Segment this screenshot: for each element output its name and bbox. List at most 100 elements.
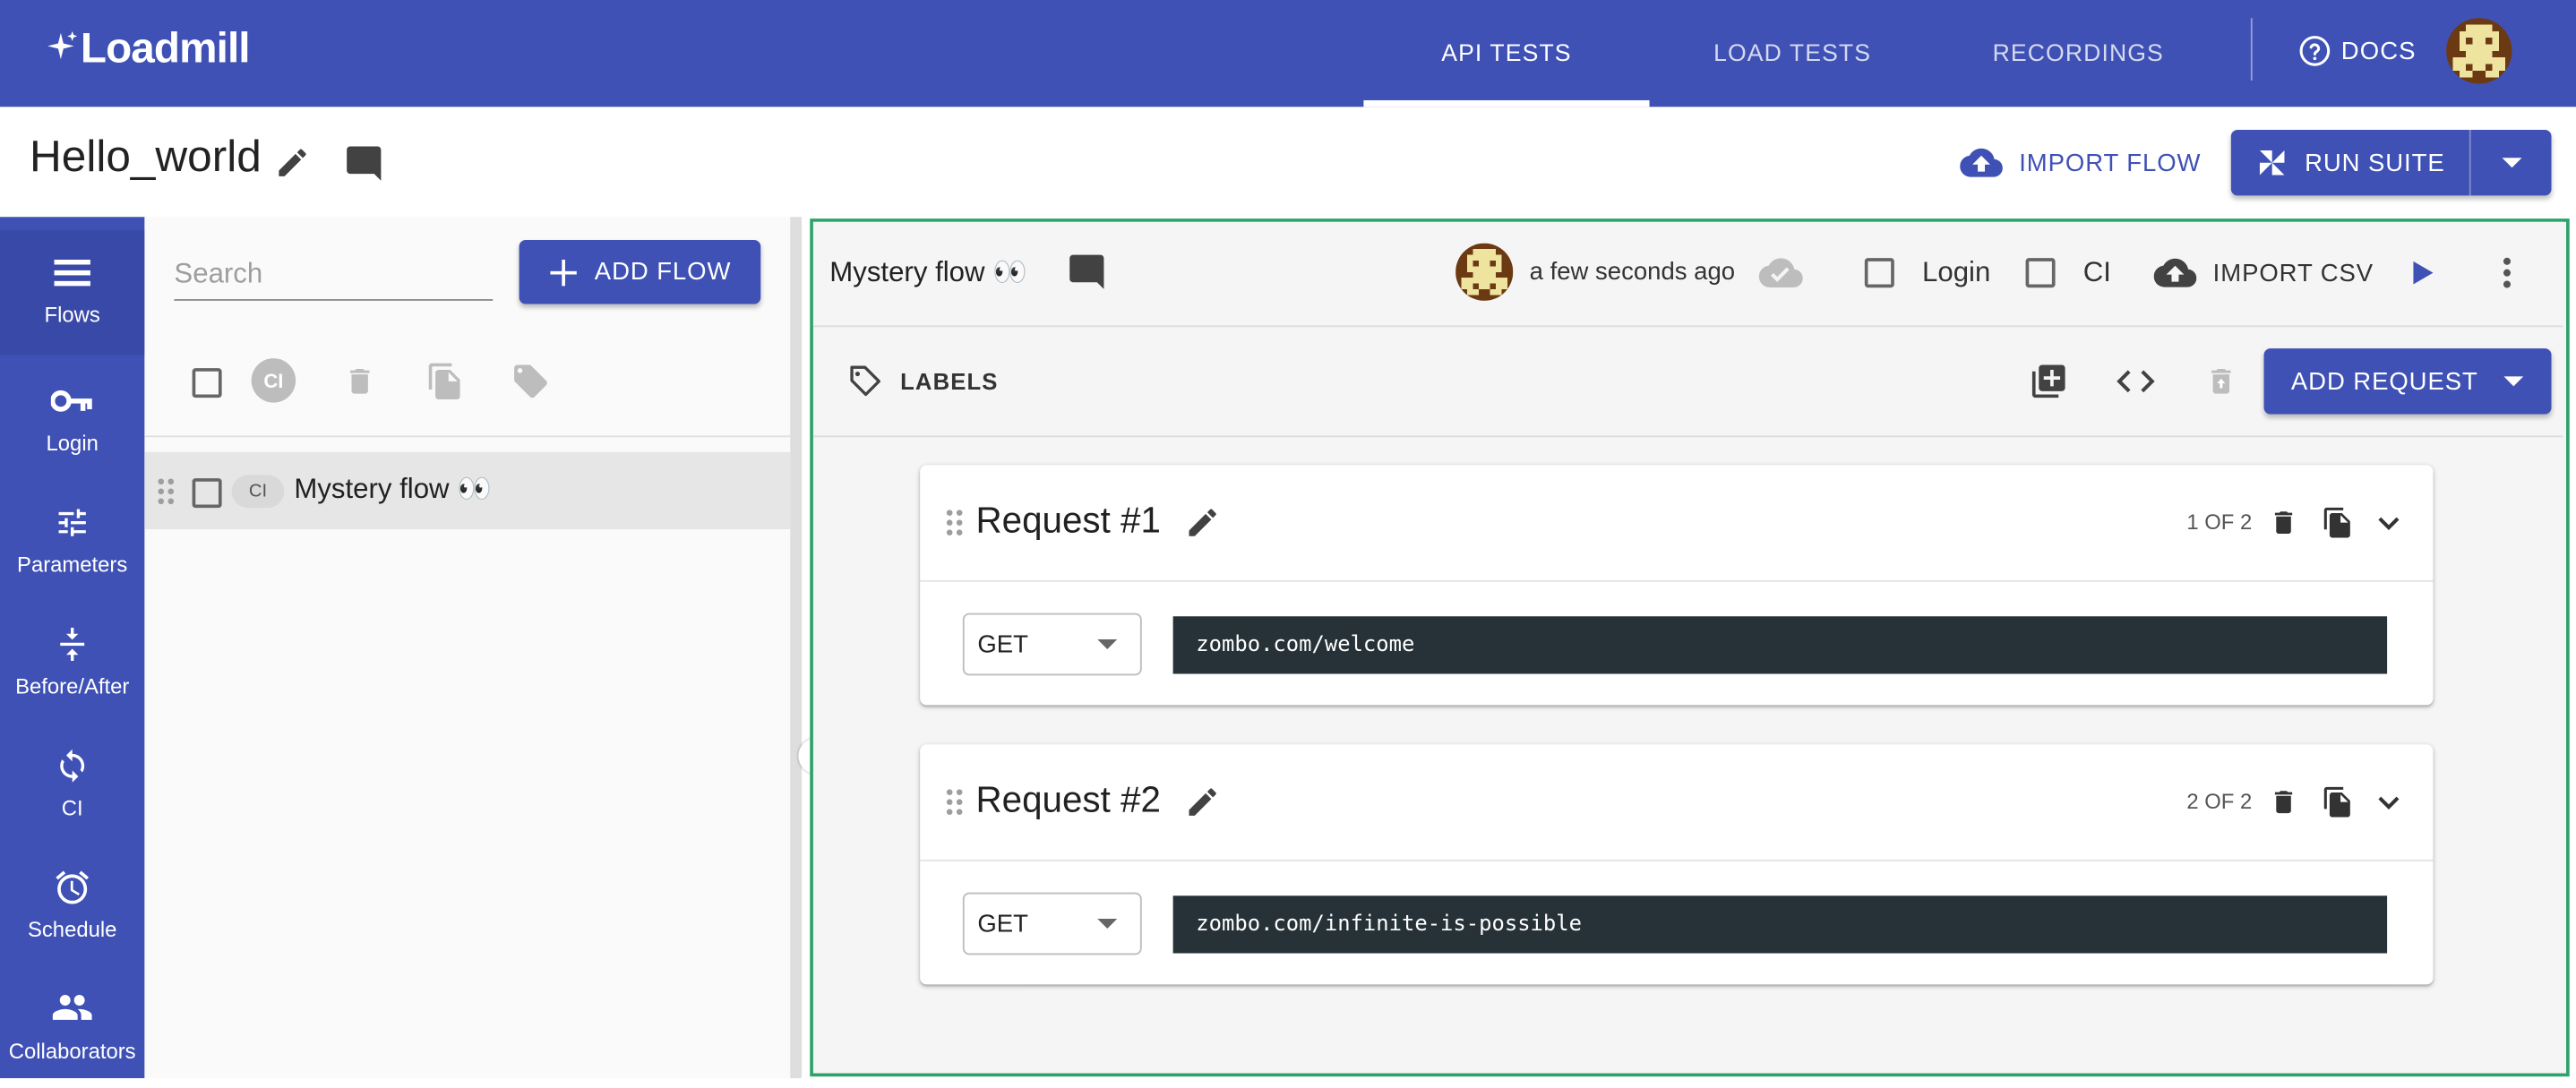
url-input[interactable]: zombo.com/welcome: [1172, 616, 2388, 674]
add-request-button[interactable]: ADD REQUEST: [2263, 348, 2552, 415]
editor-avatar: [1455, 243, 1514, 301]
ci-filter-button[interactable]: CI: [251, 358, 296, 403]
panel-splitter[interactable]: [790, 217, 803, 1079]
delete-requests-button[interactable]: [2202, 362, 2241, 401]
caret-down-icon: [2501, 158, 2521, 168]
sidebar-item-before-after[interactable]: Before/After: [0, 602, 144, 724]
sidebar-item-schedule[interactable]: Schedule: [0, 844, 144, 966]
pencil-icon: [279, 149, 306, 176]
suite-title: Hello_world: [30, 131, 262, 181]
plus-icon: [550, 259, 577, 286]
cloud-upload-icon: [2153, 258, 2197, 287]
active-tab-indicator: [1363, 99, 1650, 107]
drag-handle-icon[interactable]: [945, 506, 965, 539]
delete-request-button[interactable]: [2265, 784, 2301, 819]
method-select[interactable]: GET: [962, 613, 1142, 676]
sidebar-item-collaborators[interactable]: Collaborators: [0, 966, 144, 1088]
cloud-done-icon: [1756, 254, 1806, 290]
sidebar-item-login[interactable]: Login: [0, 358, 144, 480]
edit-request-name-button[interactable]: [1181, 501, 1224, 544]
drag-handle-icon[interactable]: [945, 785, 965, 818]
people-icon: [52, 995, 92, 1020]
docs-link[interactable]: DOCS: [2298, 31, 2417, 71]
request-card: Request #1 1 OF 2 GET zombo.com/welcome: [920, 465, 2434, 706]
method-select[interactable]: GET: [962, 892, 1142, 955]
ci-chip-label: CI: [248, 481, 268, 501]
select-all-checkbox[interactable]: [192, 368, 222, 398]
sidebar-item-label: Login: [46, 430, 99, 456]
caret-down-icon: [2504, 375, 2525, 386]
duplicate-request-button[interactable]: [2318, 783, 2357, 822]
run-suite-button[interactable]: RUN SUITE: [2231, 130, 2469, 195]
more-options-button[interactable]: [2491, 252, 2524, 295]
expand-request-button[interactable]: [2373, 506, 2406, 539]
trash-icon: [2211, 369, 2231, 394]
sidebar-item-label: Schedule: [27, 917, 117, 942]
ci-circle-label: CI: [263, 369, 284, 392]
label-flows-button[interactable]: [510, 360, 553, 403]
delete-request-button[interactable]: [2265, 504, 2301, 540]
tag-outline-icon: [850, 365, 880, 397]
suite-comments-button[interactable]: [340, 140, 386, 185]
import-flow-label: IMPORT FLOW: [2019, 149, 2202, 177]
code-view-button[interactable]: [2115, 362, 2158, 401]
copy-icon: [428, 363, 460, 400]
tab-label: RECORDINGS: [1992, 39, 2164, 67]
flow-name[interactable]: Mystery flow 👀: [294, 474, 492, 507]
login-checkbox[interactable]: [1864, 258, 1894, 288]
labels-label: LABELS: [900, 368, 999, 395]
sidebar-item-label: Parameters: [17, 552, 128, 578]
flow-title[interactable]: Mystery flow 👀: [829, 256, 1027, 289]
search-input[interactable]: Search: [174, 250, 494, 301]
method-value: GET: [977, 630, 1028, 659]
run-suite-options-button[interactable]: [2471, 130, 2552, 195]
labels-button[interactable]: LABELS: [845, 362, 999, 401]
login-label: Login: [1922, 256, 1991, 288]
alarm-icon: [56, 870, 90, 904]
left-nav: Flows Login Parameters Before/After CI S: [0, 217, 145, 1079]
tab-api-tests[interactable]: API TESTS: [1363, 0, 1650, 107]
tag-icon: [514, 364, 547, 398]
vertical-align-center-icon: [60, 627, 85, 661]
caret-down-icon: [1097, 918, 1118, 930]
library-add-icon: [2031, 364, 2065, 398]
duplicate-flows-button[interactable]: [424, 358, 467, 404]
edit-request-name-button[interactable]: [1181, 781, 1224, 824]
sync-icon: [60, 749, 85, 783]
import-csv-button[interactable]: IMPORT CSV: [2153, 253, 2374, 293]
chevron-down-icon: [2378, 516, 2400, 530]
drag-handle-icon[interactable]: [156, 475, 176, 508]
comment-icon: [346, 145, 381, 180]
add-to-group-button[interactable]: [2027, 360, 2070, 403]
sidebar-item-flows[interactable]: Flows: [0, 229, 145, 356]
sidebar-item-label: Collaborators: [8, 1038, 136, 1064]
pinwheel-icon: [2259, 150, 2285, 176]
run-flow-button[interactable]: [2407, 254, 2440, 290]
edit-suite-name-button[interactable]: [271, 141, 314, 184]
url-input[interactable]: zombo.com/infinite-is-possible: [1172, 895, 2388, 954]
sidebar-item-label: CI: [61, 795, 83, 820]
sidebar-item-parameters[interactable]: Parameters: [0, 480, 144, 602]
comment-icon: [1069, 253, 1103, 288]
flow-comments-button[interactable]: [1063, 248, 1109, 294]
flow-checkbox[interactable]: [192, 478, 222, 509]
key-icon: [50, 390, 92, 412]
tab-recordings[interactable]: RECORDINGS: [1936, 0, 2221, 107]
tab-load-tests[interactable]: LOAD TESTS: [1650, 0, 1936, 107]
sidebar-item-label: Before/After: [15, 673, 130, 699]
duplicate-request-button[interactable]: [2318, 503, 2357, 543]
add-request-label: ADD REQUEST: [2290, 367, 2478, 396]
play-icon: [2413, 261, 2434, 285]
add-flow-button[interactable]: ADD FLOW: [519, 239, 761, 304]
search-placeholder: Search: [174, 258, 263, 290]
delete-flows-button[interactable]: [340, 362, 380, 401]
ci-checkbox[interactable]: [2025, 258, 2056, 288]
tab-label: LOAD TESTS: [1713, 39, 1872, 67]
import-csv-label: IMPORT CSV: [2212, 259, 2374, 287]
user-avatar[interactable]: [2446, 18, 2512, 84]
loadmill-logo[interactable]: Loadmill: [47, 21, 251, 74]
copy-icon: [2323, 507, 2350, 538]
expand-request-button[interactable]: [2373, 785, 2406, 818]
sidebar-item-ci[interactable]: CI: [0, 724, 144, 845]
import-flow-button[interactable]: IMPORT FLOW: [1960, 138, 2201, 187]
